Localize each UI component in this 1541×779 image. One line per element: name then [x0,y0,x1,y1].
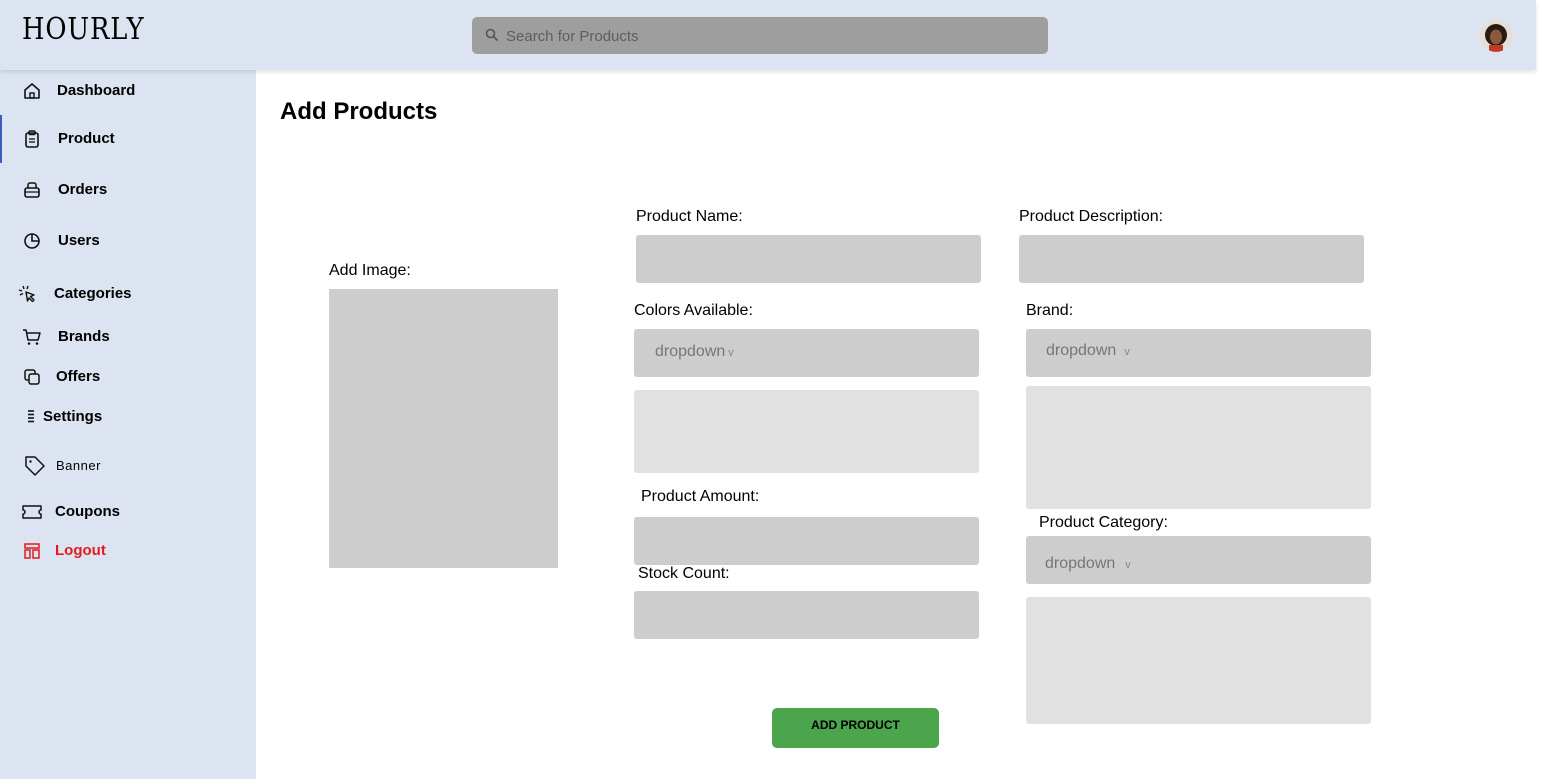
cart-icon [23,329,41,345]
sidebar-item-logout[interactable]: Logout [0,533,256,569]
brand-dropdown[interactable]: dropdown v [1026,329,1371,377]
pie-chart-icon [24,233,40,249]
colors-selection-area[interactable] [634,390,979,473]
sidebar-item-label: Product [58,130,115,147]
sidebar-item-label: Settings [43,408,103,425]
copy-icon [24,369,40,385]
category-dropdown[interactable]: dropdown v [1026,536,1371,584]
product-amount-label: Product Amount: [641,488,760,505]
colors-dropdown[interactable]: dropdown v [634,329,979,377]
search-input[interactable] [504,17,1038,56]
stock-count-label: Stock Count: [638,565,730,582]
brand-selection-area[interactable] [1026,386,1371,509]
sidebar-item-orders[interactable]: Orders [0,172,256,208]
basket-icon [24,182,40,198]
sidebar-item-label: Users [58,232,100,249]
product-description-label: Product Description: [1019,208,1164,225]
sidebar-item-brands[interactable]: Brands [0,319,256,355]
colors-available-label: Colors Available: [634,302,753,319]
sidebar-item-banner[interactable]: Banner [0,447,256,483]
sidebar-item-label: Brands [58,328,110,345]
sidebar-item-label: Orders [58,181,108,198]
stock-count-field[interactable] [634,591,979,639]
avatar-image [1480,20,1512,52]
colors-dropdown-value: dropdown v [655,343,734,360]
category-selection-area[interactable] [1026,597,1371,724]
cursor-click-icon [18,285,35,303]
sidebar-item-label: Banner [56,458,101,473]
search-icon [485,28,499,42]
sidebar-item-settings[interactable]: Settings [0,399,256,435]
product-name-label: Product Name: [636,208,743,225]
sidebar-item-label: Dashboard [57,82,136,99]
tag-icon [25,456,45,476]
home-icon [24,83,40,99]
sidebar-item-label: Logout [55,542,106,559]
image-upload-area[interactable] [329,289,558,568]
chevron-down-icon: v [1124,346,1130,358]
chevron-down-icon: v [1125,559,1131,571]
product-description-field[interactable] [1019,235,1364,283]
product-name-field[interactable] [636,235,981,283]
sidebar-item-categories[interactable]: Categories [0,276,256,312]
chevron-down-icon: v [728,347,734,359]
sidebar-item-product[interactable]: Product [0,115,256,163]
sidebar-item-users[interactable]: Users [0,223,256,259]
add-product-button[interactable]: ADD PRODUCT [772,708,939,748]
brand-label: Brand: [1026,302,1074,319]
ticket-icon [22,505,42,519]
app-logo[interactable]: HOURLY [22,12,144,47]
add-image-label: Add Image: [329,262,411,279]
sidebar-item-dashboard[interactable]: Dashboard [0,73,256,109]
sidebar-item-label: Coupons [55,503,120,520]
list-icon [28,410,34,423]
product-amount-field[interactable] [634,517,979,565]
category-dropdown-value: dropdown v [1045,555,1131,572]
user-avatar[interactable] [1480,20,1512,52]
clipboard-icon [25,130,39,148]
sidebar: Dashboard Product Orders Users Categorie… [0,0,256,779]
logout-icon [24,543,40,559]
product-category-label: Product Category: [1039,514,1168,531]
sidebar-item-coupons[interactable]: Coupons [0,494,256,530]
top-bar: HOURLY [0,0,1536,70]
brand-dropdown-value: dropdown v [1046,342,1130,359]
sidebar-item-label: Categories [54,285,132,302]
sidebar-item-offers[interactable]: Offers [0,359,256,395]
page-title: Add Products [280,98,438,125]
sidebar-item-label: Offers [56,368,101,385]
search-bar[interactable] [472,17,1048,56]
